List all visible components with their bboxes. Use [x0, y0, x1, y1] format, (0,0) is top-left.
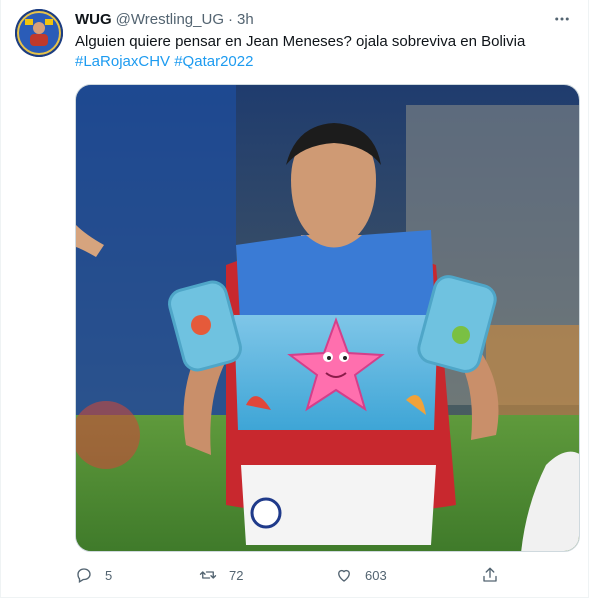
- reply-button[interactable]: 5: [75, 563, 112, 587]
- hashtag-larojaxchv[interactable]: #LaRojaxCHV: [75, 53, 170, 70]
- hashtag-list: #LaRojaxCHV #Qatar2022: [75, 52, 574, 72]
- tweet-body: Alguien quiere pensar en Jean Meneses? o…: [75, 33, 526, 50]
- tweet-card[interactable]: WUG @Wrestling_UG · 3h Alguien quiere pe…: [0, 0, 589, 598]
- retweet-button[interactable]: 72: [199, 563, 243, 587]
- reply-count: 5: [105, 567, 113, 583]
- tweet-text: Alguien quiere pensar en Jean Meneses? o…: [75, 32, 574, 72]
- share-icon: [483, 567, 497, 582]
- display-name[interactable]: WUG: [75, 11, 112, 28]
- reply-icon: [77, 568, 91, 583]
- tweet-actions: 5 72 603: [75, 563, 505, 587]
- user-handle[interactable]: @Wrestling_UG: [116, 11, 224, 28]
- hashtag-qatar2022[interactable]: #Qatar2022: [174, 53, 253, 70]
- tweet-header: WUG @Wrestling_UG · 3h: [75, 9, 574, 29]
- timestamp[interactable]: 3h: [237, 11, 254, 28]
- separator-dot: ·: [227, 10, 233, 28]
- like-count: 603: [365, 567, 387, 583]
- like-button[interactable]: 603: [335, 563, 387, 587]
- tweet-media-image[interactable]: [75, 84, 580, 552]
- retweet-count: 72: [229, 567, 244, 583]
- avatar[interactable]: [15, 9, 63, 57]
- share-button[interactable]: [481, 563, 511, 587]
- retweet-icon: [199, 571, 217, 579]
- more-horizontal-icon[interactable]: [550, 9, 574, 29]
- heart-icon: [338, 569, 350, 582]
